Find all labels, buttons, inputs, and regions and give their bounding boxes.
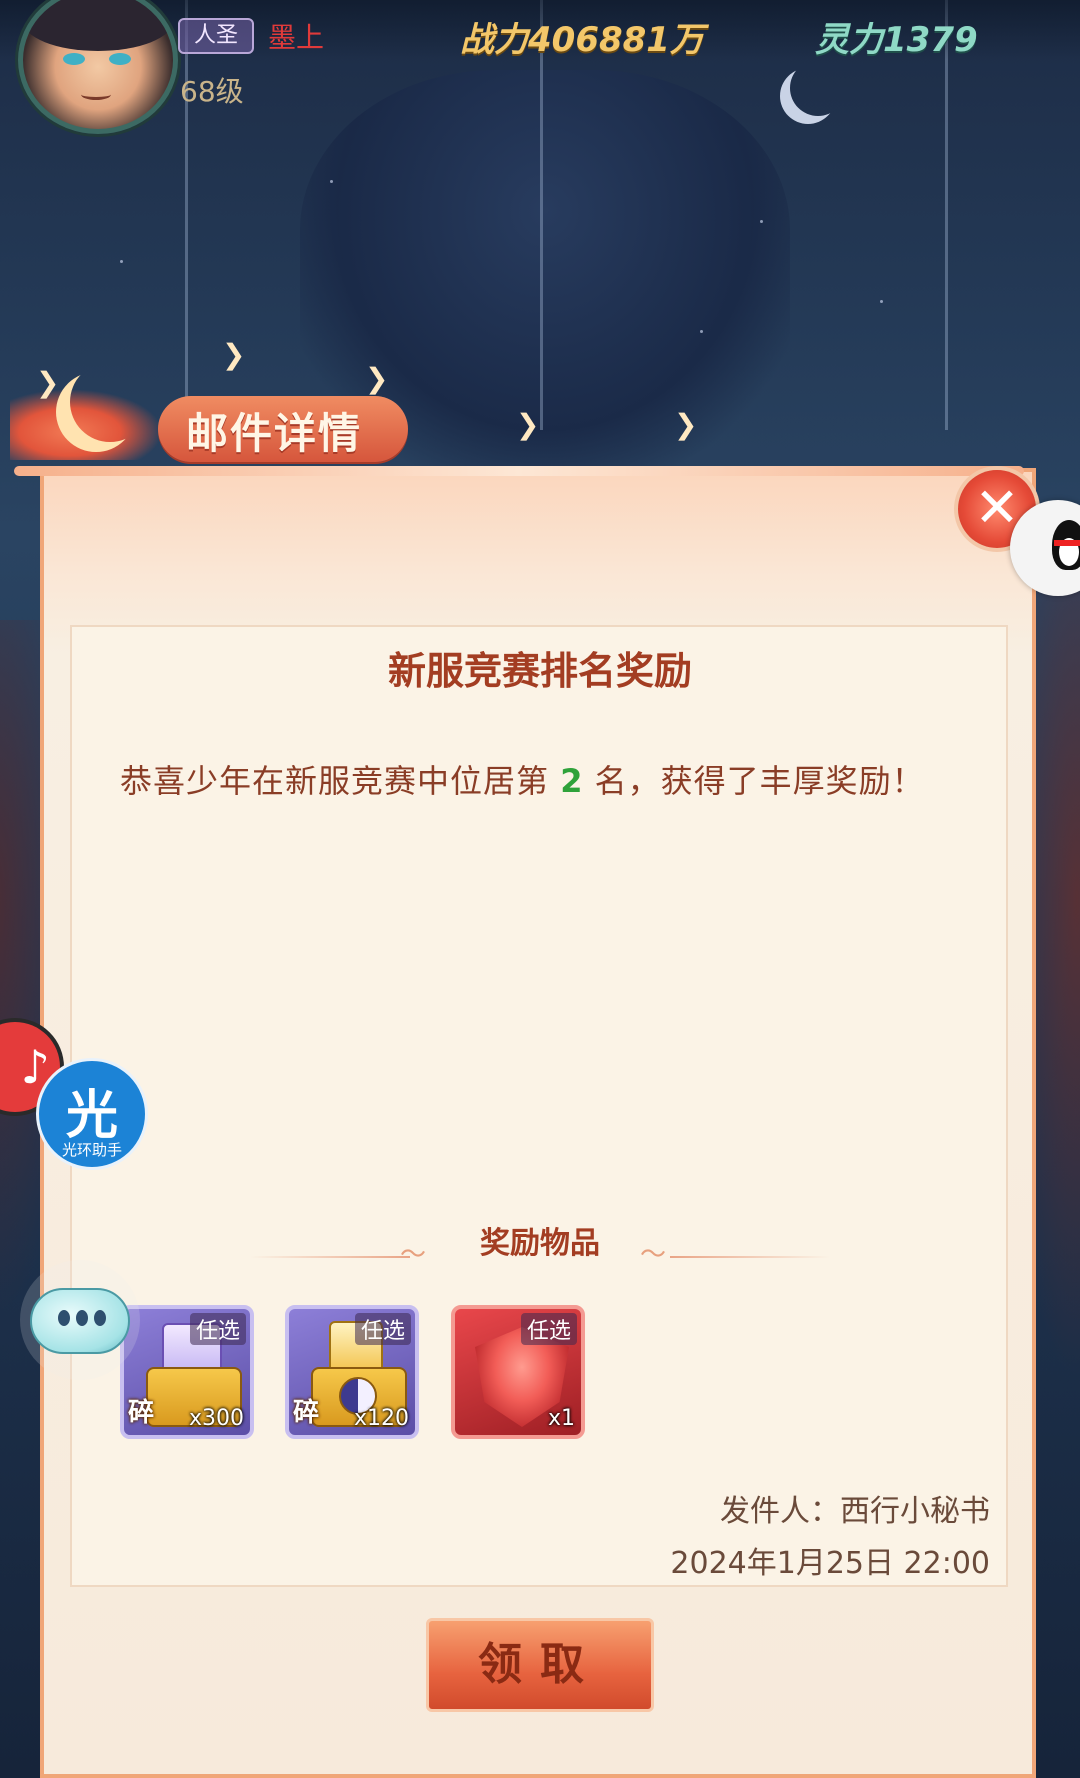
sparkle-icon: ❯ <box>222 338 246 371</box>
mail-body-suffix: 名，获得了丰厚奖励！ <box>583 762 925 800</box>
reward-quantity: x120 <box>353 1406 409 1431</box>
moon-icon <box>790 60 846 116</box>
reward-tag: 任选 <box>354 1313 411 1345</box>
sparkle-icon: ❯ <box>516 408 540 441</box>
star-decoration <box>880 300 883 303</box>
claim-button[interactable]: 领取 <box>426 1618 654 1712</box>
star-decoration <box>760 220 763 223</box>
fragment-label: 碎 <box>293 1398 320 1428</box>
mail-body-rank: 2 <box>560 762 584 800</box>
reward-item[interactable]: 任选 x1 <box>451 1305 585 1439</box>
dialog-top-border <box>14 466 1024 476</box>
reward-item[interactable]: 任选 碎 x300 <box>120 1305 254 1439</box>
mail-sender: 发件人：西行小秘书 <box>720 1494 990 1529</box>
mail-timestamp: 2024年1月25日 22:00 <box>670 1546 990 1581</box>
avatar-eye <box>109 53 131 65</box>
cloud-float-button[interactable] <box>20 1260 140 1380</box>
sparkle-icon: ❯ <box>365 362 389 395</box>
reward-tag: 任选 <box>520 1313 577 1345</box>
mail-title: 新服竞赛排名奖励 <box>387 649 692 693</box>
halo-helper-button[interactable]: 光 光环助手 <box>36 1058 148 1170</box>
background-pillar <box>540 0 543 430</box>
player-name: 墨上 <box>268 21 325 54</box>
player-level: 68级 <box>180 75 244 108</box>
power-value: 战力406881万 <box>460 20 704 60</box>
sparkle-icon: ❯ <box>36 366 60 399</box>
avatar-hair <box>23 0 173 51</box>
helper-label: 光环助手 <box>61 1141 122 1159</box>
spirit-value: 灵力1379 <box>815 20 978 60</box>
avatar[interactable] <box>18 0 178 134</box>
mail-body: 恭喜少年在新服竞赛中位居第 2 名，获得了丰厚奖励！ <box>120 756 925 802</box>
sparkle-icon: ❯ <box>674 408 698 441</box>
crescent-moon-icon <box>70 362 150 442</box>
dialog-title: 邮件详情 <box>186 409 363 458</box>
avatar-mouth <box>81 89 111 100</box>
helper-glyph: 光 <box>65 1086 118 1146</box>
star-decoration <box>700 330 703 333</box>
reward-quantity: x300 <box>188 1406 244 1431</box>
penguin-scarf <box>1054 540 1080 546</box>
mail-body-prefix: 恭喜少年在新服竞赛中位居第 <box>120 762 561 800</box>
reward-item[interactable]: 任选 碎 x120 <box>285 1305 419 1439</box>
avatar-eye <box>63 53 85 65</box>
background-pillar <box>945 0 948 430</box>
cloud-eye <box>76 1310 88 1326</box>
reward-tag: 任选 <box>189 1313 246 1345</box>
cloud-eye <box>58 1310 70 1326</box>
cloud-eye <box>94 1310 106 1326</box>
star-decoration <box>120 260 123 263</box>
fragment-label: 碎 <box>128 1398 155 1428</box>
star-decoration <box>330 180 333 183</box>
reward-quantity: x1 <box>547 1406 575 1431</box>
rank-badge: 人圣 <box>178 18 254 54</box>
rewards-header: 奖励物品 <box>480 1226 600 1261</box>
